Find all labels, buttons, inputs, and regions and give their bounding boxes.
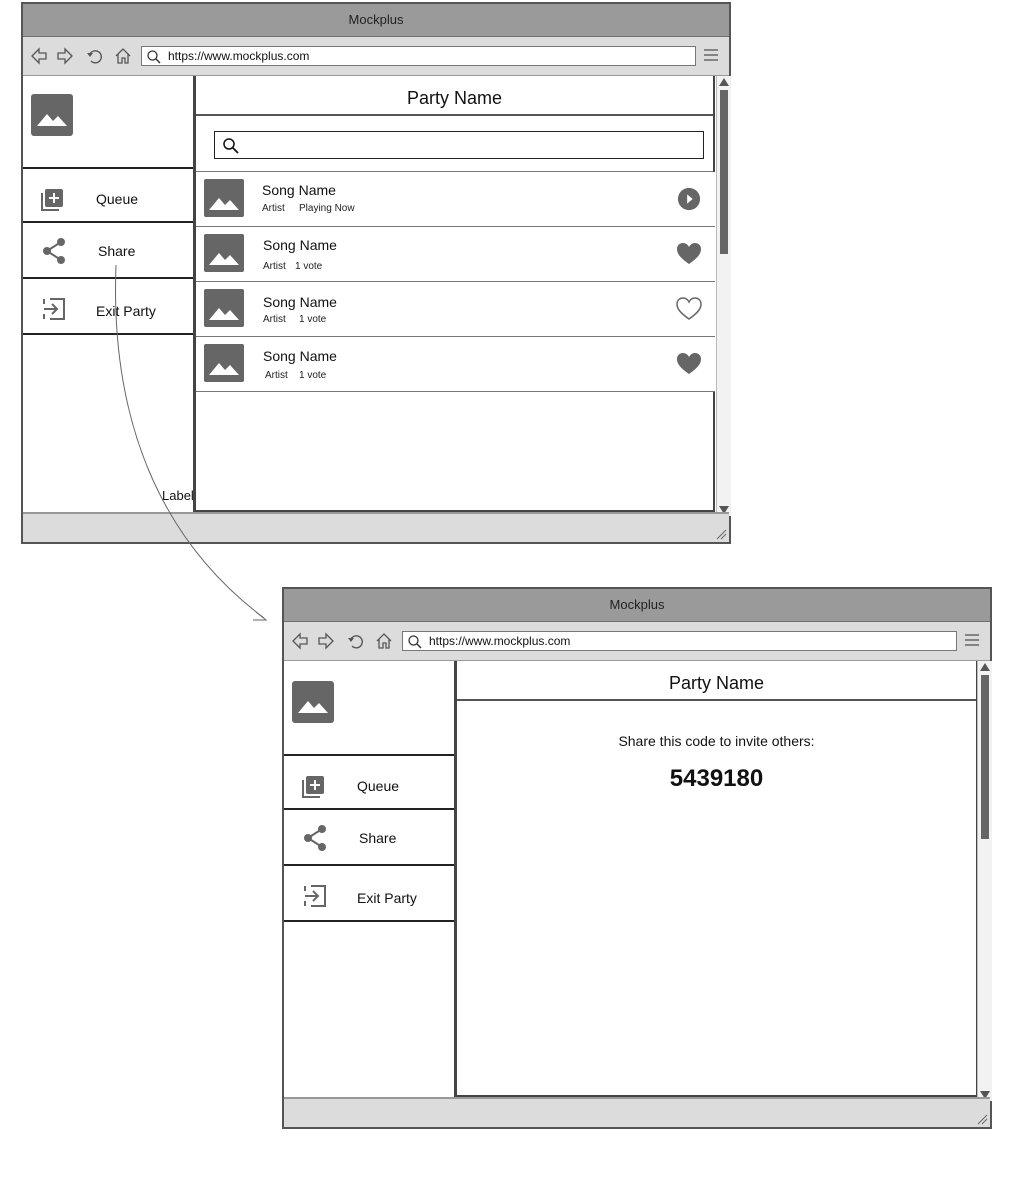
song-name: Song Name: [262, 182, 336, 198]
resize-grip-icon[interactable]: [976, 1113, 988, 1125]
refresh-icon[interactable]: [346, 631, 366, 651]
scrollbar-thumb[interactable]: [981, 675, 989, 839]
queue-add-icon: [41, 189, 63, 211]
sidebar-item-queue[interactable]: Queue: [284, 754, 454, 808]
vertical-scrollbar[interactable]: [716, 76, 731, 516]
search-input[interactable]: [214, 131, 704, 159]
url-text: https://www.mockplus.com: [168, 49, 310, 63]
party-code: 5439180: [669, 765, 764, 792]
sidebar-item-label: Queue: [357, 778, 400, 794]
album-art-icon: [204, 344, 244, 382]
sidebar-item-exit-party[interactable]: Exit Party: [284, 864, 454, 922]
queue-add-icon: [302, 776, 324, 798]
list-item[interactable]: Song Name Artist 1 vote: [196, 282, 715, 337]
song-status: 1 vote: [299, 370, 327, 381]
back-icon[interactable]: [290, 631, 310, 651]
main-panel: Party Name Share this code to invite oth…: [455, 661, 978, 1097]
page-title: Party Name: [196, 76, 713, 116]
exit-icon: [43, 298, 65, 320]
sidebar-item-share[interactable]: Share: [284, 808, 454, 864]
page-title: Party Name: [457, 661, 976, 701]
heart-filled-icon[interactable]: [676, 242, 702, 266]
home-icon[interactable]: [374, 631, 394, 651]
sidebar-item-label: Exit Party: [357, 890, 417, 906]
refresh-icon[interactable]: [85, 46, 105, 66]
scroll-up-arrow-icon[interactable]: [980, 663, 990, 671]
forward-icon[interactable]: [55, 46, 75, 66]
album-art-icon: [204, 234, 244, 272]
logo-image-icon: [292, 681, 334, 723]
album-art-icon: [204, 179, 244, 217]
main-panel: Party Name Song Name Artist Playing Now: [194, 76, 715, 512]
home-icon[interactable]: [113, 46, 133, 66]
url-text: https://www.mockplus.com: [429, 634, 571, 648]
forward-icon[interactable]: [316, 631, 336, 651]
play-circle-icon[interactable]: [676, 187, 702, 211]
sidebar: Queue Share Exit Party: [284, 661, 456, 1097]
sidebar-item-queue[interactable]: Queue: [23, 167, 193, 221]
song-artist: Artist: [263, 261, 286, 272]
address-bar[interactable]: https://www.mockplus.com: [141, 46, 696, 66]
scrollbar-thumb[interactable]: [720, 90, 728, 254]
list-item[interactable]: Song Name Artist 1 vote: [196, 227, 715, 282]
song-artist: Artist: [263, 314, 286, 325]
song-status: Playing Now: [299, 203, 355, 214]
sidebar: Queue Share Exit Party: [23, 76, 195, 512]
song-artist: Artist: [265, 370, 288, 381]
vertical-scrollbar[interactable]: [977, 661, 992, 1101]
song-name: Song Name: [263, 237, 337, 253]
heart-filled-icon[interactable]: [676, 352, 702, 376]
browser-toolbar: https://www.mockplus.com: [23, 37, 729, 76]
browser-toolbar: https://www.mockplus.com: [284, 622, 990, 661]
song-artist: Artist: [262, 203, 285, 214]
sidebar-item-label: Share: [98, 243, 136, 259]
song-name: Song Name: [263, 348, 337, 364]
list-item[interactable]: Song Name Artist 1 vote: [196, 337, 715, 392]
song-name: Song Name: [263, 294, 337, 310]
sidebar-item-label: Exit Party: [96, 303, 156, 319]
address-bar[interactable]: https://www.mockplus.com: [402, 631, 957, 651]
hamburger-menu-icon[interactable]: [964, 633, 980, 647]
resize-grip-icon[interactable]: [715, 528, 727, 540]
status-bar: [23, 512, 729, 542]
song-status: 1 vote: [295, 261, 323, 272]
sidebar-item-share[interactable]: Share: [23, 221, 193, 277]
heart-outline-icon[interactable]: [676, 297, 702, 321]
exit-icon: [304, 885, 326, 907]
sidebar-item-label: Queue: [96, 191, 139, 207]
sidebar-item-exit-party[interactable]: Exit Party: [23, 277, 193, 335]
logo-image-icon: [31, 94, 73, 136]
connector-label: Label: [162, 488, 194, 503]
search-icon: [223, 138, 239, 154]
search-icon: [408, 635, 422, 649]
window-title: Mockplus: [23, 4, 729, 37]
window-title: Mockplus: [284, 589, 990, 622]
status-bar: [284, 1097, 990, 1127]
scroll-up-arrow-icon[interactable]: [719, 78, 729, 86]
song-status: 1 vote: [299, 314, 327, 325]
share-instructions: Share this code to invite others:: [618, 733, 815, 749]
search-icon: [147, 50, 161, 64]
browser-window-queue: Mockplus https://www.mockplus.com Queue …: [21, 2, 731, 544]
share-icon: [304, 825, 326, 851]
browser-window-share: Mockplus https://www.mockplus.com Queue …: [282, 587, 992, 1129]
list-item[interactable]: Song Name Artist Playing Now: [196, 172, 715, 227]
hamburger-menu-icon[interactable]: [703, 48, 719, 62]
album-art-icon: [204, 289, 244, 327]
back-icon[interactable]: [29, 46, 49, 66]
share-icon: [43, 238, 65, 264]
sidebar-item-label: Share: [359, 830, 397, 846]
